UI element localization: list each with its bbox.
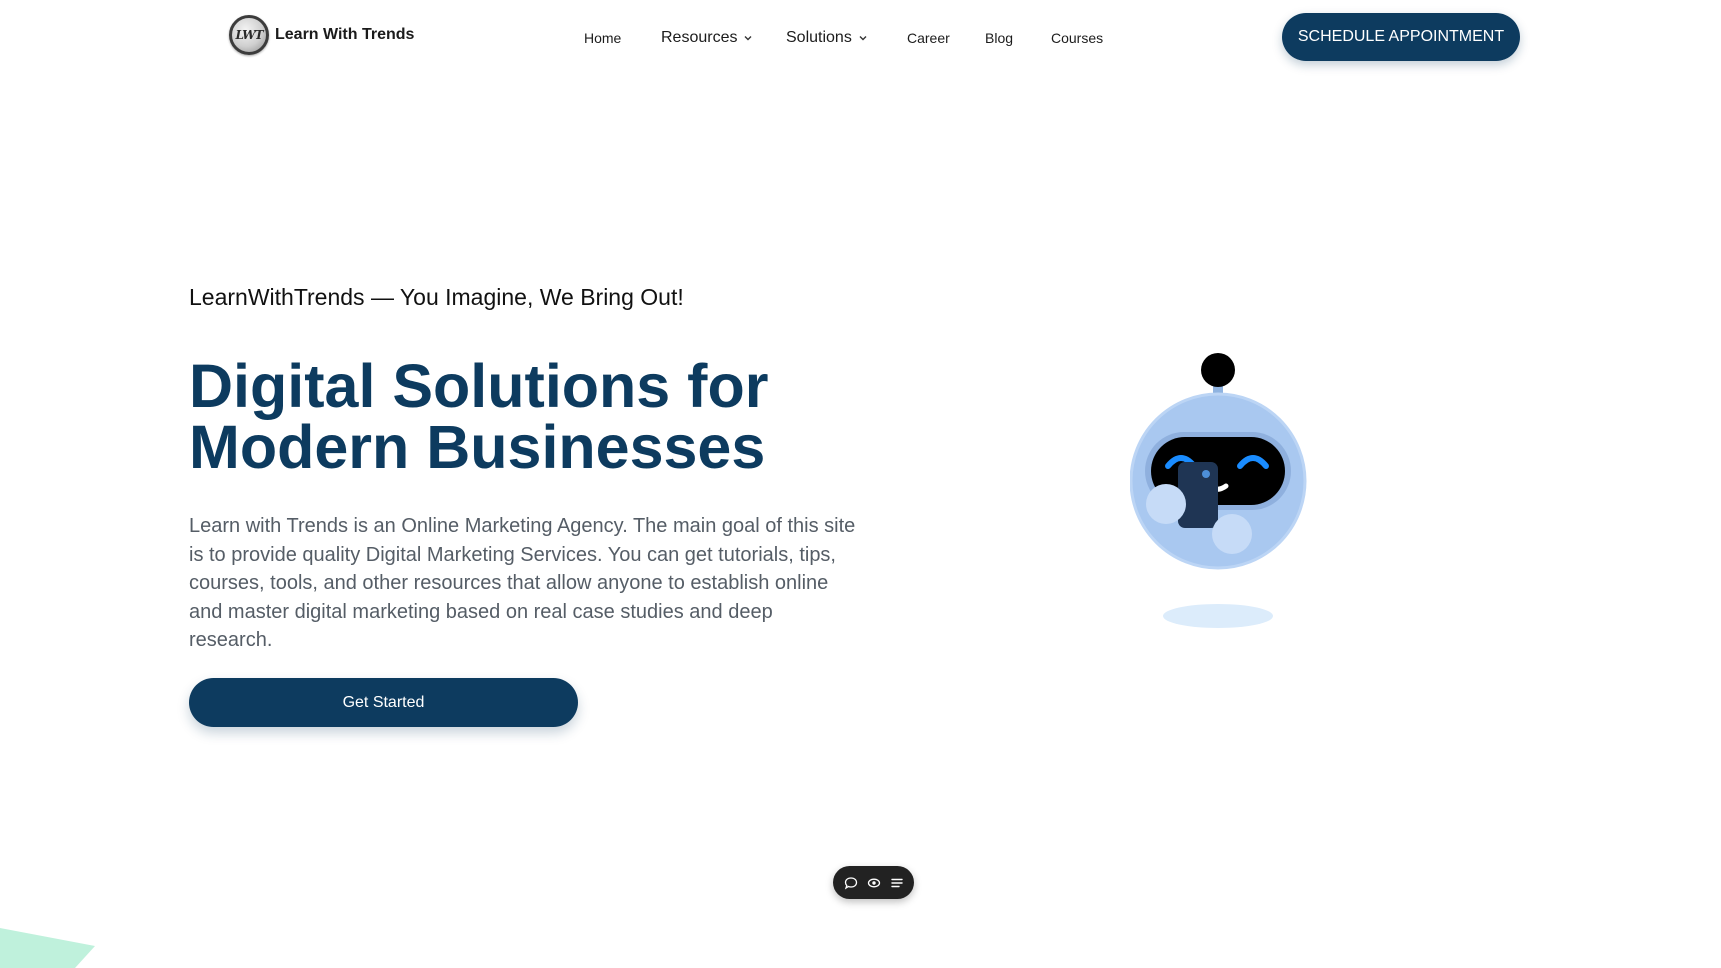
nav-blog-label: Blog [985,30,1014,46]
nav-solutions[interactable]: Solutions [786,26,868,50]
nav-career[interactable]: Career [907,26,950,50]
nav-resources[interactable]: Resources [661,26,753,50]
hero-headline-line1: Digital Solutions for [189,352,769,420]
robot-phone-dot [1202,470,1210,478]
menu-list-icon[interactable] [888,874,906,892]
chat-bubble-icon[interactable] [842,874,860,892]
hero-description: Learn with Trends is an Online Marketing… [189,515,856,651]
floating-toolbar [833,866,914,899]
eye-icon[interactable] [865,874,883,892]
hero-headline-line2: Modern Businesses [189,413,766,481]
robot-left-hand [1146,484,1186,524]
robot-right-hand [1212,514,1252,554]
get-started-button[interactable]: Get Started [189,678,578,727]
chevron-down-icon [744,36,752,41]
robot-phone [1178,462,1218,528]
nav-home[interactable]: Home [584,26,621,50]
nav-blog[interactable]: Blog [985,26,1013,50]
nav-courses-label: Courses [1051,30,1104,46]
nav-solutions-label: Solutions [786,29,852,46]
robot-mascot-illustration [1130,353,1307,628]
nav-home-label: Home [584,30,622,46]
nav-career-label: Career [907,30,950,46]
schedule-appointment-button[interactable]: SCHEDULE APPOINTMENT [1282,13,1520,61]
hero-tagline: LearnWithTrends — You Imagine, We Bring … [189,284,684,310]
hero-headline: Digital Solutions for Modern Businesses [189,356,909,478]
nav-courses[interactable]: Courses [1051,26,1103,50]
robot-antenna-ball [1201,353,1235,387]
chevron-down-icon [859,36,867,41]
nav-resources-label: Resources [661,29,738,46]
robot-shadow [1163,604,1273,628]
site-header: LWT Learn With Trends Home Resources Sol… [0,0,1721,76]
decorative-corner-shape [0,928,95,968]
